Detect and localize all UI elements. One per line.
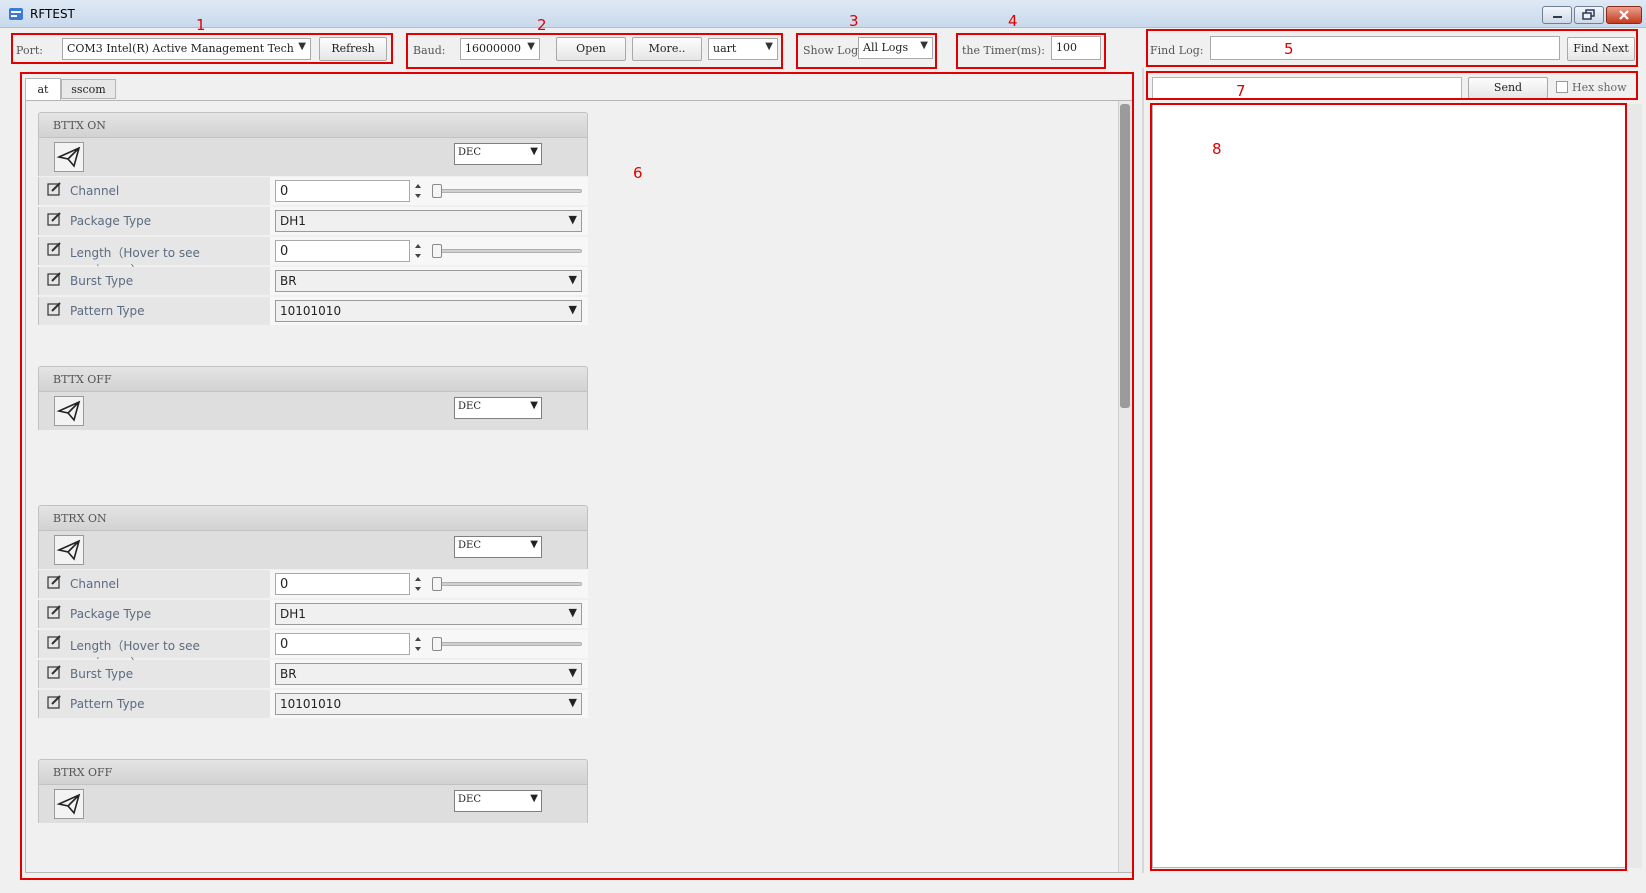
restore-icon	[1582, 9, 1595, 20]
annotation-box	[11, 33, 393, 64]
title-bar	[0, 0, 1646, 28]
close-icon	[1619, 10, 1629, 20]
annotation-number: 7	[1236, 82, 1246, 100]
window-title: RFTEST	[30, 7, 75, 21]
minimize-icon	[1553, 16, 1562, 18]
annotation-box	[956, 33, 1106, 69]
log-scrollbar[interactable]	[1628, 104, 1642, 868]
annotation-box	[1146, 29, 1638, 67]
close-button[interactable]	[1606, 6, 1642, 24]
annotation-number: 4	[1008, 12, 1018, 30]
annotation-number: 3	[849, 12, 859, 30]
annotation-number: 8	[1212, 140, 1222, 158]
annotation-number: 2	[537, 16, 547, 34]
minimize-button[interactable]	[1542, 6, 1572, 24]
annotation-box	[796, 33, 937, 69]
annotation-number: 1	[196, 16, 206, 34]
annotation-box	[406, 33, 783, 69]
annotation-box	[1150, 103, 1627, 871]
annotation-number: 5	[1284, 40, 1294, 58]
annotation-box	[1146, 71, 1638, 100]
annotation-box	[20, 72, 1134, 880]
app-icon	[9, 8, 23, 20]
restore-button[interactable]	[1574, 6, 1604, 24]
panel-splitter[interactable]	[1142, 68, 1144, 873]
annotation-number: 6	[633, 164, 643, 182]
